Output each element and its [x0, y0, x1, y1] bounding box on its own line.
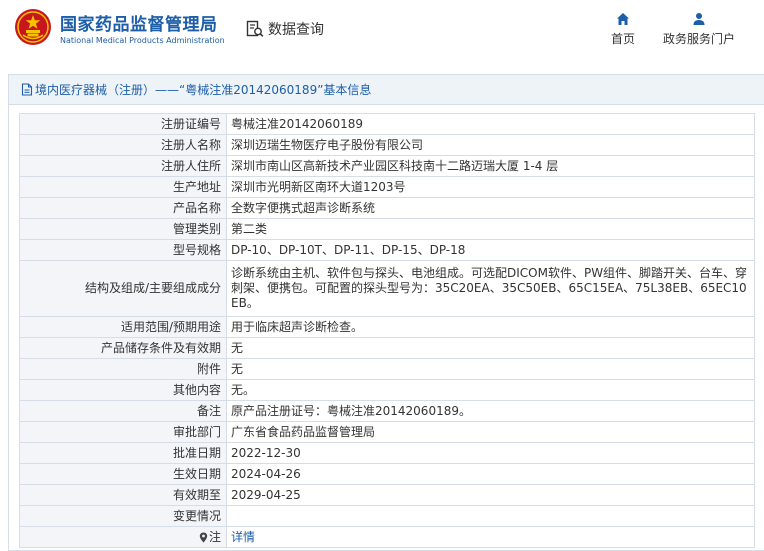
row-label: 注册人名称	[19, 134, 227, 156]
site-name: 国家药品监督管理局	[60, 15, 218, 35]
detail-link[interactable]: 详情	[231, 530, 255, 544]
row-value: 无	[226, 337, 755, 359]
row-value: 原产品注册证号：粤械注准20142060189。	[226, 400, 755, 422]
table-row: 批准日期 2022-12-30	[19, 442, 755, 464]
table-row-note: 注 详情	[19, 526, 755, 548]
row-label: 结构及组成/主要组成成分	[19, 260, 227, 317]
table-row: 生产地址 深圳市光明新区南环大道1203号	[19, 176, 755, 198]
table-row: 管理类别 第二类	[19, 218, 755, 240]
row-value: DP-10、DP-10T、DP-11、DP-15、DP-18	[226, 239, 755, 261]
table-row: 有效期至 2029-04-25	[19, 484, 755, 506]
national-emblem-icon[interactable]	[14, 8, 52, 46]
row-label: 有效期至	[19, 484, 227, 506]
table-row: 产品储存条件及有效期无	[19, 337, 755, 359]
row-label: 备注	[19, 400, 227, 422]
site-header: 国家药品监督管理局 National Medical Products Admi…	[0, 0, 764, 62]
info-table: 注册证编号 粤械注准20142060189 注册人名称 深圳迈瑞生物医疗电子股份有限…	[19, 113, 755, 548]
table-row: 结构及组成/主要组成成分 诊断系统由主机、软件包与探头、电池组成。可选配DICOM…	[19, 260, 755, 317]
row-value: 粤械注准20142060189	[226, 113, 755, 135]
nav-home-label: 首页	[610, 32, 635, 46]
row-label: 生效日期	[19, 463, 227, 485]
row-label: 注册人住所	[19, 155, 227, 177]
row-label: 型号规格	[19, 239, 227, 261]
row-label: 产品名称	[19, 197, 227, 219]
row-value: 2029-04-25	[226, 484, 755, 506]
table-row: 型号规格 DP-10、DP-10T、DP-11、DP-15、DP-18	[19, 239, 755, 261]
row-label: 其他内容	[19, 379, 227, 401]
table-row: 产品名称 全数字便携式超声诊断系统	[19, 197, 755, 219]
table-row: 变更情况	[19, 505, 755, 527]
row-label: 附件	[19, 358, 227, 380]
row-label: 管理类别	[19, 218, 227, 240]
home-icon	[617, 13, 629, 25]
data-query-link[interactable]: 数据查询	[246, 18, 324, 40]
nav-service-label: 政务服务门户	[662, 32, 735, 46]
row-label-note: 注	[19, 526, 227, 548]
table-row: 其他内容 无。	[19, 379, 755, 401]
table-row: 注册人住所 深圳市南山区高新技术产业园区科技南十二路迈瑞大厦 1-4 层	[19, 155, 755, 177]
site-name-english: National Medical Products Administration	[60, 36, 225, 45]
row-label: 审批部门	[19, 421, 227, 443]
table-row: 注册人名称 深圳迈瑞生物医疗电子股份有限公司	[19, 134, 755, 156]
detail-panel: 境内医疗器械（注册）——“粤械注准20142060189”基本信息 注册证编号粤…	[8, 74, 764, 551]
row-value: 诊断系统由主机、软件包与探头、电池组成。可选配DICOM软件、PW组件、脚踏开关…	[226, 260, 755, 317]
search-document-icon	[246, 20, 264, 37]
row-value: 用于临床超声诊断检查。	[226, 316, 755, 338]
panel-title: 境内医疗器械（注册）——“粤械注准20142060189”基本信息	[9, 75, 764, 105]
table-row: 附件无	[19, 358, 755, 380]
row-value: 无。	[226, 379, 755, 401]
data-query-label: 数据查询	[268, 22, 324, 38]
row-label: 生产地址	[19, 176, 227, 198]
document-icon	[21, 83, 33, 96]
row-value: 2022-12-30	[226, 442, 755, 464]
row-label: 批准日期	[19, 442, 227, 464]
row-value: 深圳迈瑞生物医疗电子股份有限公司	[226, 134, 755, 156]
row-value-note: 详情	[226, 526, 755, 548]
table-row: 审批部门 广东省食品药品监督管理局	[19, 421, 755, 443]
note-label: 注	[208, 529, 221, 544]
row-label: 适用范围/预期用途	[19, 316, 227, 338]
row-value: 2024-04-26	[226, 463, 755, 485]
row-value	[226, 505, 755, 527]
row-value: 广东省食品药品监督管理局	[226, 421, 755, 443]
panel-title-text: 境内医疗器械（注册）——“粤械注准20142060189”基本信息	[35, 83, 372, 97]
user-icon	[693, 13, 705, 25]
row-label: 变更情况	[19, 505, 227, 527]
location-pin-icon	[199, 532, 208, 542]
row-label: 产品储存条件及有效期	[19, 337, 227, 359]
row-value: 第二类	[226, 218, 755, 240]
nav-home[interactable]: 首页	[604, 12, 642, 47]
table-row: 生效日期 2024-04-26	[19, 463, 755, 485]
table-row: 适用范围/预期用途 用于临床超声诊断检查。	[19, 316, 755, 338]
row-value: 深圳市光明新区南环大道1203号	[226, 176, 755, 198]
row-value: 无	[226, 358, 755, 380]
row-value: 深圳市南山区高新技术产业园区科技南十二路迈瑞大厦 1-4 层	[226, 155, 755, 177]
nav-service-portal[interactable]: 政务服务门户	[658, 12, 740, 47]
table-row: 备注 原产品注册证号：粤械注准20142060189。	[19, 400, 755, 422]
row-label: 注册证编号	[19, 113, 227, 135]
table-row: 注册证编号 粤械注准20142060189	[19, 113, 755, 135]
row-value: 全数字便携式超声诊断系统	[226, 197, 755, 219]
